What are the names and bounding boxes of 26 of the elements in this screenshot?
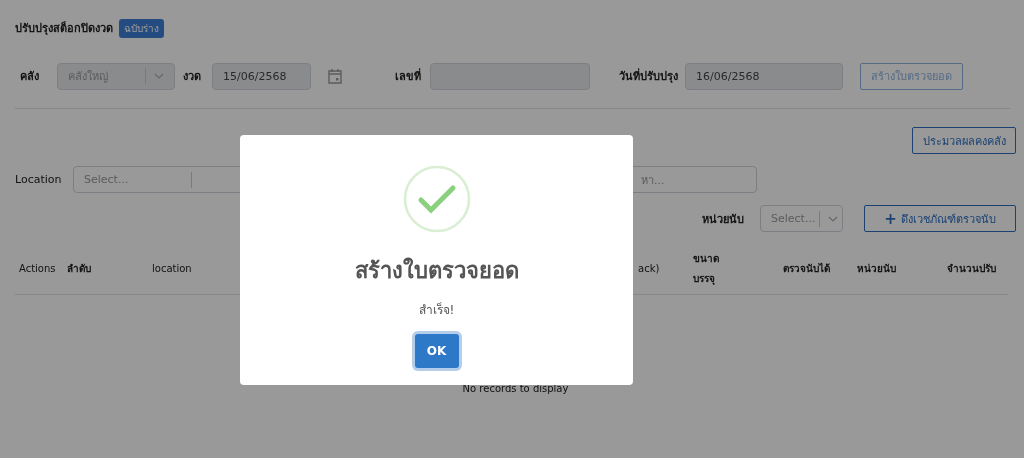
chevron-down-icon bbox=[154, 73, 164, 79]
column-header: ack) bbox=[638, 262, 660, 276]
field-label: หน่วยนับ bbox=[702, 211, 744, 228]
page-title: ปรับปรุงสต็อกปิดงวด bbox=[15, 20, 113, 37]
column-header: หน่วยนับ bbox=[857, 262, 896, 276]
field-label: วันที่ปรับปรุง bbox=[619, 67, 679, 85]
dialog-message: สำเร็จ! bbox=[418, 301, 455, 319]
dialog-title: สร้างใบตรวจยอด bbox=[354, 256, 519, 285]
chevron-down-icon bbox=[828, 215, 838, 222]
calendar-icon[interactable] bbox=[328, 68, 342, 84]
status-badge: ฉบับร่าง bbox=[119, 18, 164, 38]
column-header: ขนาด บรรจุ bbox=[693, 252, 720, 287]
check-circle-icon bbox=[402, 165, 471, 233]
fetch-items-button[interactable]: + ดึงเวชภัณฑ์ตรวจนับ bbox=[864, 205, 1016, 232]
column-header: จำนวนปรับ bbox=[947, 262, 996, 276]
unit-select[interactable]: Select... bbox=[760, 205, 843, 232]
ok-button[interactable]: OK bbox=[414, 334, 459, 368]
column-header: ตรวจนับได้ bbox=[783, 261, 830, 276]
column-header: location bbox=[152, 262, 192, 276]
field-label: งวด bbox=[183, 69, 202, 85]
column-header: Actions bbox=[19, 262, 56, 276]
process-button[interactable]: ประมวลผลคงคลัง bbox=[912, 127, 1016, 154]
field-label: Location bbox=[15, 173, 63, 186]
field-label: คลัง bbox=[19, 69, 40, 85]
field-label: เลขที่ bbox=[395, 67, 422, 85]
column-header: ลำดับ bbox=[67, 262, 91, 276]
